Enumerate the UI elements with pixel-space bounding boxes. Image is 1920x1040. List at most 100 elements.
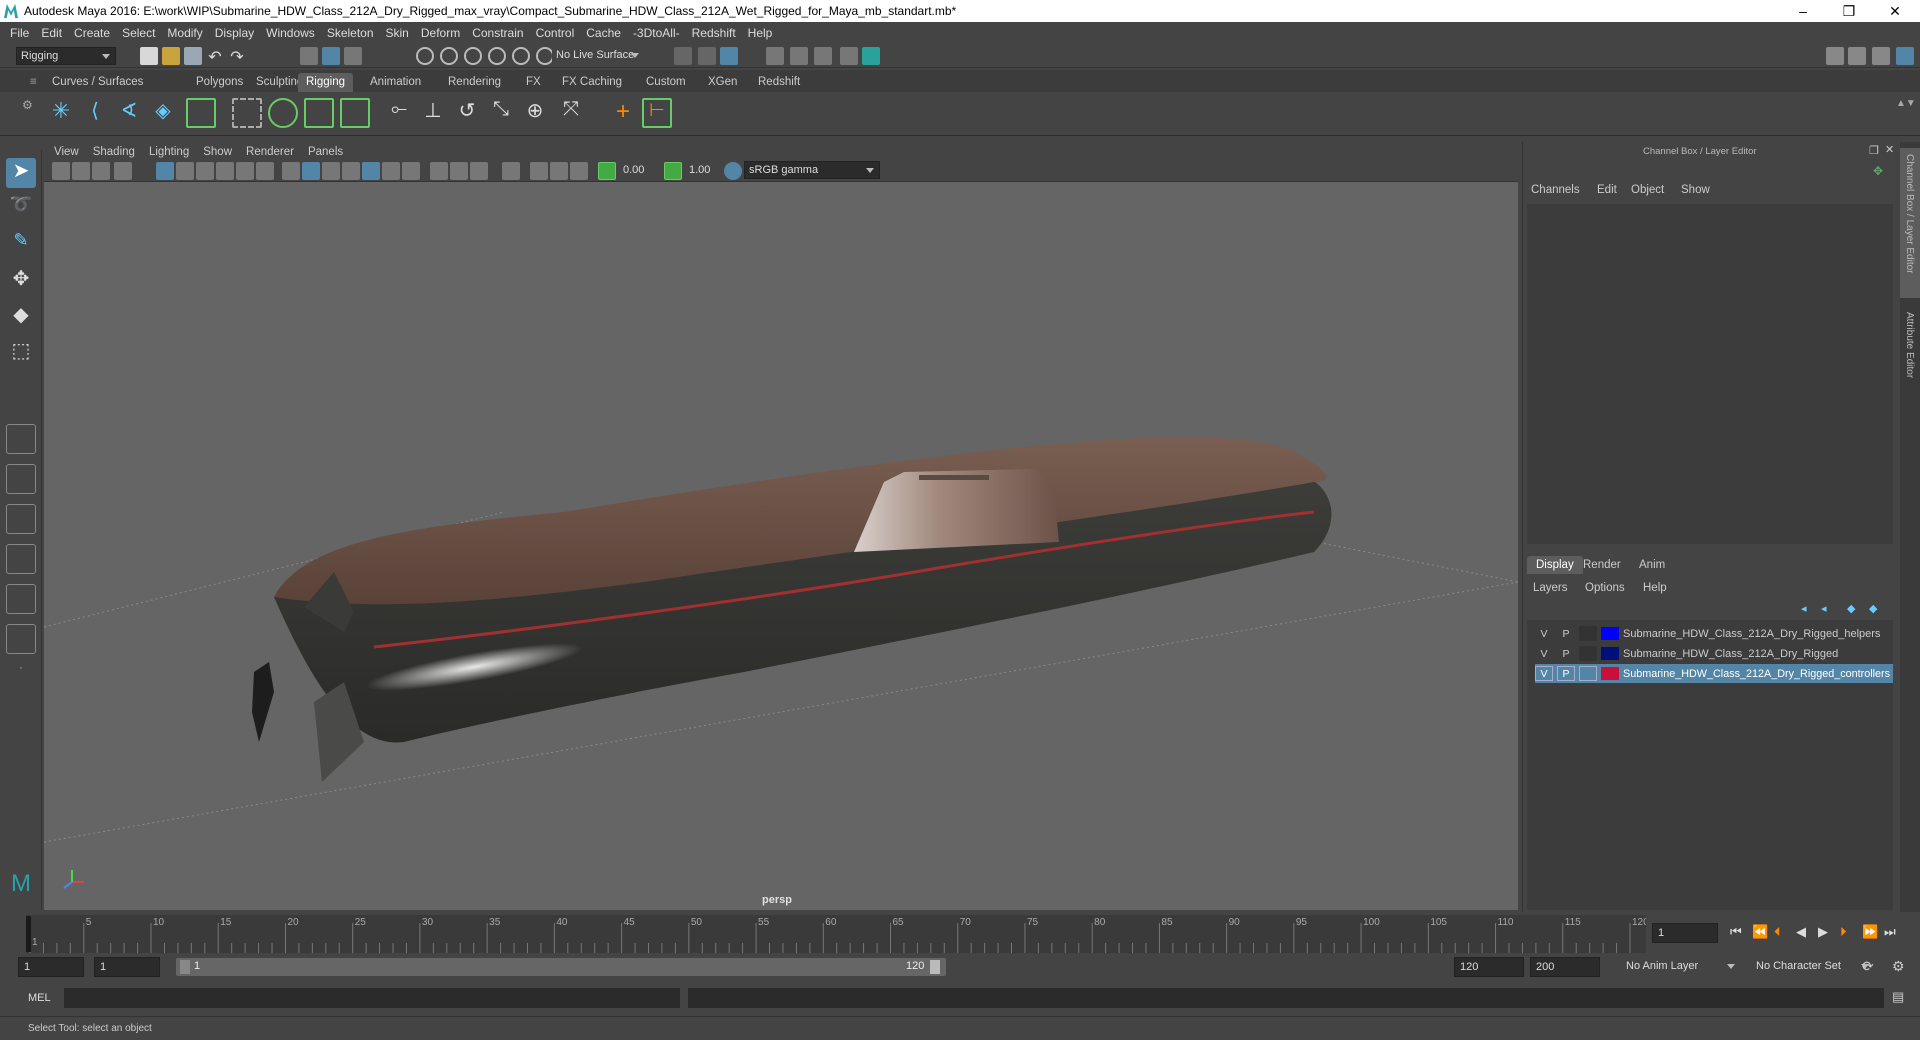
layer-row[interactable]: V P Submarine_HDW_Class_212A_Dry_Rigged — [1535, 644, 1893, 663]
menu-skeleton[interactable]: Skeleton — [327, 26, 374, 40]
new-layer-icon[interactable]: ◆ — [1847, 602, 1855, 615]
film-gate-icon[interactable] — [176, 162, 194, 180]
side-tab-channel-box[interactable]: Channel Box / Layer Editor — [1900, 148, 1920, 298]
step-back-key-icon[interactable]: ⏴ — [1774, 924, 1781, 940]
side-tab-attribute-editor[interactable]: Attribute Editor — [1900, 306, 1920, 406]
playback-start-field[interactable]: 1 — [94, 957, 160, 977]
cb-menu-show[interactable]: Show — [1681, 184, 1710, 196]
select-tool-icon[interactable]: ➤ — [6, 158, 36, 188]
redo-icon[interactable]: ↷ — [228, 47, 246, 66]
orient-constraint-icon[interactable]: ↺ — [452, 98, 482, 128]
construction-history-icon[interactable] — [674, 47, 692, 65]
live-surface-field[interactable]: No Live Surface — [552, 47, 644, 65]
character-set-dropdown[interactable]: No Character Set — [1752, 958, 1874, 976]
playback-end-field[interactable]: 120 — [1454, 957, 1524, 977]
render-view-icon[interactable] — [698, 47, 716, 65]
menu-deform[interactable]: Deform — [421, 26, 460, 40]
shelf-tab-xgen[interactable]: XGen — [700, 73, 745, 92]
layer-menu-help[interactable]: Help — [1643, 582, 1667, 594]
play-forwards-icon[interactable]: ▶ — [1818, 924, 1828, 940]
range-bar[interactable]: 1 120 — [176, 958, 946, 976]
float-panel-icon[interactable]: ❐ — [1869, 144, 1879, 157]
shelf-tab-animation[interactable]: Animation — [362, 73, 429, 92]
exposure-field[interactable]: 0.00 — [618, 161, 658, 181]
snap-grid-icon[interactable] — [416, 47, 434, 65]
end-time-field[interactable]: 200 — [1530, 957, 1600, 977]
redshift-render-icon[interactable] — [862, 47, 880, 65]
menu-edit[interactable]: Edit — [41, 26, 62, 40]
gate-mask-icon[interactable] — [216, 162, 234, 180]
step-back-icon[interactable]: ⏪ — [1752, 924, 1768, 940]
ik-spline-icon[interactable]: ∢ — [114, 98, 144, 128]
menu-skin[interactable]: Skin — [386, 26, 409, 40]
side-by-side-layout-icon[interactable] — [6, 504, 36, 534]
controller-icon[interactable]: ⊢ — [642, 98, 672, 128]
wireframe-on-shaded-icon[interactable] — [342, 162, 360, 180]
shelf-tab-curves-surfaces[interactable]: Curves / Surfaces — [44, 73, 151, 92]
viewport-menu-lighting[interactable]: Lighting — [149, 146, 189, 158]
layer-playback-toggle[interactable]: P — [1557, 646, 1575, 661]
open-scene-icon[interactable] — [162, 47, 180, 65]
color-management-icon[interactable] — [724, 162, 742, 180]
go-to-end-icon[interactable]: ⏭ — [1884, 924, 1896, 940]
cb-menu-object[interactable]: Object — [1631, 184, 1664, 196]
snap-curve-icon[interactable] — [440, 47, 458, 65]
gamma-icon[interactable] — [664, 162, 682, 180]
shelf-scroll-icon[interactable]: ▲▼ — [1896, 98, 1916, 128]
paint-select-tool-icon[interactable]: ✎ — [6, 230, 36, 260]
xray-joints-icon[interactable] — [570, 162, 588, 180]
time-ruler[interactable]: 1 5 10 15 20 25 30 35 40 45 50 55 60 65 70 75 80 85 90 95 10… — [26, 915, 1649, 953]
attribute-editor-toggle-icon[interactable] — [1848, 47, 1866, 65]
step-forward-key-icon[interactable]: ⏵ — [1840, 924, 1847, 940]
layer-playback-toggle[interactable]: P — [1557, 666, 1575, 681]
shelf-tab-rigging[interactable]: Rigging — [298, 73, 353, 92]
menu-set-dropdown[interactable]: Rigging — [16, 47, 116, 65]
render-settings-icon[interactable] — [790, 47, 808, 65]
layer-menu-options[interactable]: Options — [1585, 582, 1625, 594]
layer-tab-anim[interactable]: Anim — [1639, 559, 1665, 571]
save-scene-icon[interactable] — [184, 47, 202, 65]
start-time-field[interactable]: 1 — [18, 957, 84, 977]
new-layer-selected-icon[interactable]: ◆ — [1869, 602, 1877, 615]
move-layer-down-icon[interactable]: ◂ — [1821, 602, 1827, 615]
grid-icon[interactable] — [156, 162, 174, 180]
new-scene-icon[interactable] — [140, 47, 158, 65]
select-component-icon[interactable] — [344, 47, 362, 65]
outliner-layout-icon[interactable] — [6, 624, 36, 654]
layer-row[interactable]: V P Submarine_HDW_Class_212A_Dry_Rigged_… — [1535, 624, 1893, 643]
pole-vector-icon[interactable]: ⤧ — [556, 98, 586, 128]
ik-handle-icon[interactable]: ⟨ — [80, 98, 110, 128]
current-time-marker[interactable] — [26, 916, 31, 952]
layer-color-swatch[interactable] — [1601, 647, 1619, 660]
select-object-icon[interactable] — [322, 47, 340, 65]
paint-weights-icon[interactable] — [268, 98, 298, 128]
exposure-icon[interactable] — [598, 162, 616, 180]
smooth-shade-icon[interactable] — [302, 162, 320, 180]
gamma-field[interactable]: 1.00 — [684, 161, 720, 181]
hypershade-icon[interactable] — [814, 47, 832, 65]
move-tool-icon[interactable]: ✥ — [6, 266, 36, 296]
time-slider[interactable]: 1 5 10 15 20 25 30 35 40 45 50 55 60 65 70 75 80 85 90 95 10… — [0, 912, 1920, 956]
layer-color-swatch[interactable] — [1601, 627, 1619, 640]
menu-windows[interactable]: Windows — [266, 26, 315, 40]
humanik-icon[interactable] — [186, 98, 216, 128]
layer-visibility-toggle[interactable]: V — [1535, 646, 1553, 661]
viewport-menu-show[interactable]: Show — [203, 146, 232, 158]
animation-preferences-icon[interactable]: ⚙ — [1892, 958, 1905, 975]
persp-outliner-layout-icon[interactable] — [6, 584, 36, 614]
joint-tool-icon[interactable]: ✳ — [46, 98, 76, 128]
viewport-menu-renderer[interactable]: Renderer — [246, 146, 294, 158]
channel-box-axis-icon[interactable]: ✥ — [1873, 164, 1883, 178]
cb-menu-edit[interactable]: Edit — [1597, 184, 1617, 196]
bind-skin-icon[interactable] — [232, 98, 262, 128]
layer-playback-toggle[interactable]: P — [1557, 626, 1575, 641]
multisample-aa-icon[interactable] — [470, 162, 488, 180]
viewport-menu-panels[interactable]: Panels — [308, 146, 343, 158]
render-sequence-icon[interactable] — [840, 47, 858, 65]
layer-color-swatch[interactable] — [1601, 667, 1619, 680]
xray-active-icon[interactable] — [550, 162, 568, 180]
shelf-tab-fx[interactable]: FX — [518, 73, 549, 92]
locator-icon[interactable]: + — [608, 98, 638, 128]
menu-help[interactable]: Help — [748, 26, 773, 40]
use-all-lights-icon[interactable] — [382, 162, 400, 180]
